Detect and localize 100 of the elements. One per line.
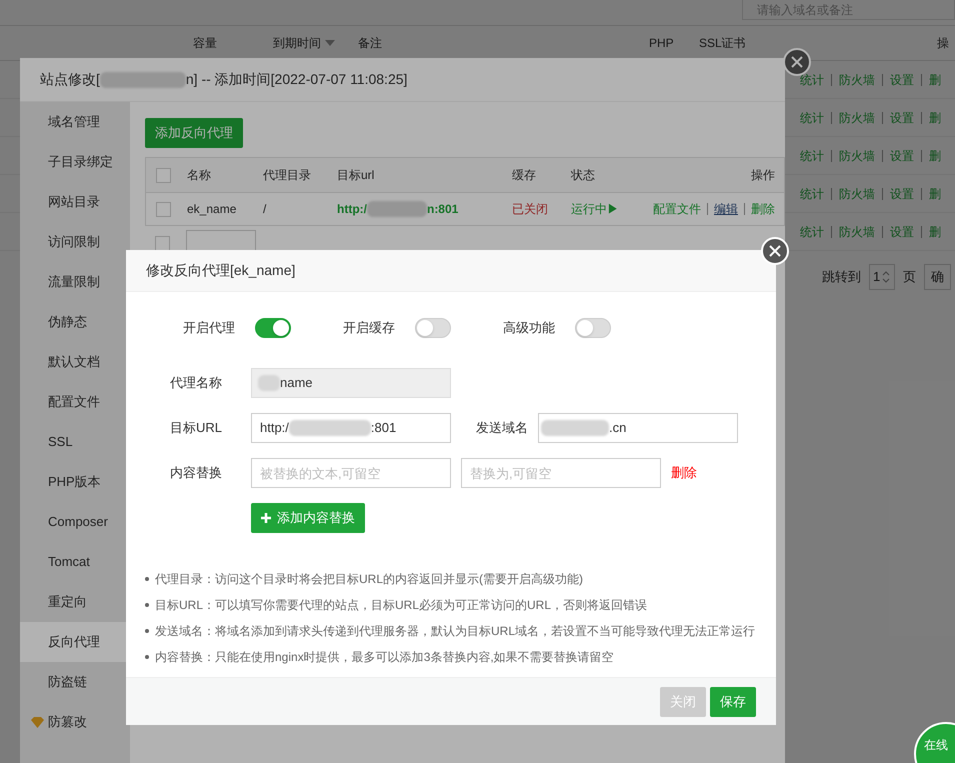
toggle-switch[interactable] bbox=[575, 318, 611, 338]
sidebar-item[interactable]: 伪静态 bbox=[20, 302, 130, 342]
column-header: 备注 bbox=[358, 35, 382, 52]
row-action-link[interactable]: 设置 bbox=[890, 146, 914, 164]
row-action-link[interactable]: 防火墙 bbox=[839, 108, 875, 126]
sidebar-item[interactable]: 域名管理 bbox=[20, 102, 130, 142]
help-note: 内容替换：只能在使用nginx时提供，最多可以添加3条替换内容,如果不需要替换请留空 bbox=[155, 649, 614, 666]
row-action-link[interactable]: 设置 bbox=[890, 184, 914, 202]
sidebar-item[interactable]: Tomcat bbox=[20, 542, 130, 582]
sidebar-item[interactable]: 重定向 bbox=[20, 582, 130, 622]
field-label: 内容替换 bbox=[170, 464, 223, 482]
row-action-link[interactable]: 设置 bbox=[890, 108, 914, 126]
field-label: 代理名称 bbox=[170, 374, 223, 392]
column-header: 代理目录 bbox=[263, 167, 312, 184]
dialog-title: 修改反向代理[ek_name] bbox=[146, 261, 296, 280]
status-link[interactable]: 运行中▶ bbox=[571, 200, 647, 218]
row-action-link[interactable]: 设置 bbox=[890, 222, 914, 240]
row-action-link[interactable]: 统计 bbox=[800, 184, 824, 202]
sidebar-item[interactable]: Composer bbox=[20, 502, 130, 542]
target-url-field[interactable]: http:/ :801 bbox=[251, 413, 451, 443]
help-note: 代理目录：访问这个目录时将会把目标URL的内容返回并显示(需要开启高级功能) bbox=[155, 571, 583, 588]
column-header: 到期时间 bbox=[273, 35, 321, 52]
checkbox[interactable] bbox=[156, 202, 171, 216]
page-number-field[interactable]: 1 bbox=[869, 264, 895, 290]
replace-from-field[interactable]: 被替换的文本,可留空 bbox=[251, 458, 451, 488]
row-action-link[interactable]: 配置文件 bbox=[653, 200, 701, 218]
plus-icon bbox=[261, 513, 271, 523]
sidebar-item[interactable]: 防盗链 bbox=[20, 662, 130, 702]
sidebar-item[interactable]: 访问限制 bbox=[20, 222, 130, 262]
column-header: 名称 bbox=[187, 167, 212, 184]
sidebar-item[interactable]: 流量限制 bbox=[20, 262, 130, 302]
column-header: 状态 bbox=[571, 167, 596, 184]
column-header: 容量 bbox=[193, 35, 217, 52]
row-action-link[interactable]: 防火墙 bbox=[839, 222, 875, 240]
row-action-link[interactable]: 删 bbox=[929, 108, 941, 126]
help-note: 目标URL：可以填写你需要代理的站点，目标URL必须为可正常访问的URL，否则将返回错误 bbox=[155, 597, 648, 614]
column-header: 缓存 bbox=[512, 167, 537, 184]
row-action-link[interactable]: 统计 bbox=[800, 222, 824, 240]
row-action-link[interactable]: 编辑 bbox=[714, 200, 738, 218]
chat-badge[interactable]: 在线 bbox=[914, 722, 955, 763]
redaction-blur bbox=[541, 420, 609, 436]
row-action-link[interactable]: 统计 bbox=[800, 108, 824, 126]
bullet-icon bbox=[145, 629, 149, 633]
row-action-link[interactable]: 删 bbox=[929, 146, 941, 164]
toggle-label: 开启缓存 bbox=[343, 319, 395, 338]
column-header: 操作 bbox=[751, 167, 775, 184]
column-header: 目标url bbox=[337, 167, 376, 184]
row-action-link[interactable]: 删 bbox=[929, 222, 941, 240]
dialog-title: 站点修改[ n] -- 添加时间[2022-07-07 11:08:25] bbox=[40, 70, 408, 90]
toggle-switch[interactable] bbox=[415, 318, 451, 338]
sidebar-item[interactable]: 网站目录 bbox=[20, 182, 130, 222]
row-action-link[interactable]: 防火墙 bbox=[839, 70, 875, 88]
field-label: 发送域名 bbox=[476, 419, 529, 438]
table-cell-text: 已关闭 bbox=[512, 201, 549, 218]
sidebar-item[interactable]: SSL bbox=[20, 422, 130, 462]
checkbox[interactable] bbox=[156, 168, 171, 182]
proxy-name-field: name bbox=[251, 368, 451, 398]
row-action-link[interactable]: 删除 bbox=[751, 200, 775, 218]
spinner-icon bbox=[881, 269, 892, 285]
bullet-icon bbox=[145, 577, 149, 581]
table-cell-text: / bbox=[263, 201, 268, 218]
jump-label: 跳转到 bbox=[822, 268, 861, 286]
help-note: 发送域名：将域名添加到请求头传递到代理服务器，默认为目标URL域名，若设置不当可能导致代理无法正常运行 bbox=[155, 623, 756, 640]
page-unit: 页 bbox=[903, 268, 916, 286]
close-icon bbox=[791, 56, 803, 68]
close-icon bbox=[769, 245, 781, 257]
table-cell-text: http:/ n:801 bbox=[337, 200, 460, 218]
sort-caret-icon bbox=[325, 40, 335, 46]
toggle-label: 开启代理 bbox=[183, 319, 235, 338]
table-cell-text: ek_name bbox=[187, 201, 238, 218]
sidebar-item[interactable]: PHP版本 bbox=[20, 462, 130, 502]
delete-link[interactable]: 删除 bbox=[671, 463, 697, 483]
close-button[interactable] bbox=[783, 48, 811, 76]
column-header: SSL证书 bbox=[699, 35, 746, 52]
sidebar-item[interactable]: 防篡改 bbox=[20, 702, 130, 742]
sidebar-item[interactable]: 子目录绑定 bbox=[20, 142, 130, 182]
redaction-blur bbox=[258, 375, 280, 391]
row-action-link[interactable]: 防火墙 bbox=[839, 184, 875, 202]
add-replace-button[interactable]: 添加内容替换 bbox=[251, 503, 365, 533]
checkbox[interactable] bbox=[155, 236, 170, 250]
bullet-icon bbox=[145, 655, 149, 659]
row-action-link[interactable]: 删 bbox=[929, 184, 941, 202]
confirm-button[interactable]: 确 bbox=[924, 264, 951, 290]
host-field[interactable]: .cn bbox=[538, 413, 738, 443]
row-action-link[interactable]: 删 bbox=[929, 70, 941, 88]
column-header: PHP bbox=[649, 35, 674, 52]
column-header: 操 bbox=[937, 35, 949, 52]
save-button[interactable]: 保存 bbox=[710, 686, 756, 716]
toggle-label: 高级功能 bbox=[503, 319, 555, 338]
row-action-link[interactable]: 防火墙 bbox=[839, 146, 875, 164]
row-action-link[interactable]: 统计 bbox=[800, 70, 824, 88]
replace-to-field[interactable]: 替换为,可留空 bbox=[461, 458, 661, 488]
sidebar-item[interactable]: 配置文件 bbox=[20, 382, 130, 422]
row-action-link[interactable]: 设置 bbox=[890, 70, 914, 88]
add-proxy-button[interactable]: 添加反向代理 bbox=[145, 118, 243, 148]
field-label: 目标URL bbox=[170, 419, 224, 438]
toggle-switch[interactable] bbox=[255, 318, 291, 338]
row-action-link[interactable]: 统计 bbox=[800, 146, 824, 164]
sidebar-item[interactable]: 默认文档 bbox=[20, 342, 130, 382]
bullet-icon bbox=[145, 603, 149, 607]
